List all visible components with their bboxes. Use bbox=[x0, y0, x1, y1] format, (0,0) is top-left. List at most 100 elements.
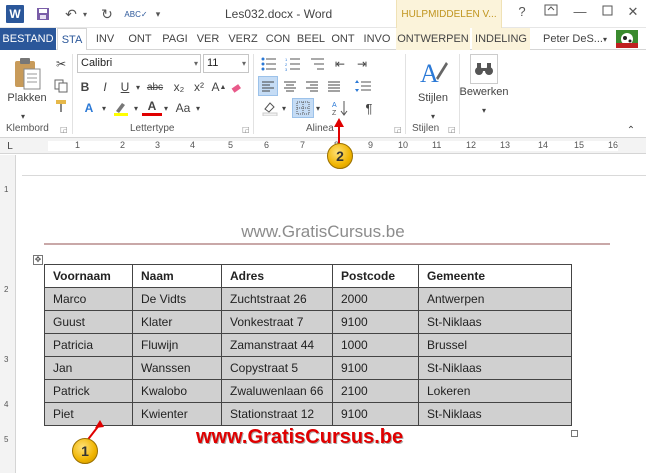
table-cell[interactable]: St-Niklaas bbox=[418, 402, 572, 426]
header-naam[interactable]: Naam bbox=[132, 264, 222, 288]
table-cell[interactable]: Vonkestraat 7 bbox=[221, 310, 333, 334]
table-cell[interactable]: 9100 bbox=[332, 310, 419, 334]
tab-controleren[interactable]: CON bbox=[262, 28, 294, 50]
borders-icon[interactable] bbox=[292, 98, 314, 118]
font-size-combo[interactable]: 11 ▾ bbox=[203, 54, 249, 73]
paragraph-launcher-icon[interactable]: ◲ bbox=[394, 125, 402, 134]
table-cell[interactable]: 1000 bbox=[332, 333, 419, 357]
decrease-indent-icon[interactable]: ⇤ bbox=[330, 54, 350, 74]
undo-dropdown-icon[interactable]: ▾ bbox=[80, 5, 90, 23]
font-name-combo[interactable]: Calibri ▾ bbox=[77, 54, 201, 73]
strikethrough-button[interactable]: abc bbox=[143, 77, 167, 97]
table-cell[interactable]: Wanssen bbox=[132, 356, 222, 380]
table-cell[interactable]: Zamanstraat 44 bbox=[221, 333, 333, 357]
vertical-ruler[interactable]: 1 2 3 4 5 bbox=[0, 155, 16, 473]
header-adres[interactable]: Adres bbox=[221, 264, 333, 288]
tab-verzendlijsten[interactable]: VERZ bbox=[226, 28, 260, 50]
maximize-button[interactable] bbox=[596, 4, 618, 19]
qat-customize-icon[interactable]: ▾ bbox=[152, 5, 164, 23]
table-cell[interactable]: Kwalobo bbox=[132, 379, 222, 403]
text-effects-button[interactable]: A bbox=[78, 98, 100, 118]
table-cell[interactable]: Antwerpen bbox=[418, 287, 572, 311]
styles-launcher-icon[interactable]: ◲ bbox=[448, 125, 456, 134]
italic-button[interactable]: I bbox=[96, 77, 114, 97]
table-cell[interactable]: St-Niklaas bbox=[418, 356, 572, 380]
font-name-dropdown-icon[interactable]: ▾ bbox=[194, 55, 198, 72]
grow-font-icon[interactable]: A ▲ bbox=[210, 77, 228, 97]
ribbon-display-icon[interactable] bbox=[540, 4, 562, 19]
tab-ontwikkelaars[interactable]: ONT bbox=[328, 28, 358, 50]
table-cell[interactable]: Guust bbox=[44, 310, 133, 334]
tab-verwijzingen[interactable]: VER bbox=[194, 28, 222, 50]
tab-selector-icon[interactable]: L bbox=[4, 138, 16, 154]
increase-indent-icon[interactable]: ⇥ bbox=[352, 54, 372, 74]
table-cell[interactable]: 9100 bbox=[332, 356, 419, 380]
underline-button[interactable]: U bbox=[116, 77, 134, 97]
align-right-button[interactable] bbox=[302, 76, 322, 96]
paste-button[interactable]: Plakken bbox=[4, 92, 50, 104]
spelling-check-icon[interactable]: ABC✓ bbox=[124, 5, 147, 23]
copy-icon[interactable] bbox=[52, 76, 70, 96]
edit-dropdown-icon[interactable]: ▾ bbox=[479, 100, 489, 120]
clear-formatting-icon[interactable] bbox=[228, 77, 246, 97]
paste-icon[interactable] bbox=[10, 56, 46, 92]
user-account[interactable]: Peter DeS... bbox=[538, 28, 608, 50]
table-cell[interactable]: St-Niklaas bbox=[418, 310, 572, 334]
styles-icon[interactable]: A bbox=[415, 54, 451, 92]
table-cell[interactable]: Jan bbox=[44, 356, 133, 380]
header-gemeente[interactable]: Gemeente bbox=[418, 264, 572, 288]
table-cell[interactable]: Patricia bbox=[44, 333, 133, 357]
line-spacing-icon[interactable] bbox=[352, 76, 374, 96]
minimize-button[interactable]: — bbox=[569, 4, 591, 19]
table-move-handle[interactable]: ✥ bbox=[33, 255, 43, 265]
justify-button[interactable] bbox=[324, 76, 344, 96]
tab-bestand[interactable]: BESTAND bbox=[0, 28, 56, 50]
table-cell[interactable]: Piet bbox=[44, 402, 133, 426]
word-app-icon[interactable]: W bbox=[6, 5, 24, 23]
highlight-dropdown-icon[interactable]: ▾ bbox=[132, 98, 140, 118]
clipboard-launcher-icon[interactable]: ◲ bbox=[60, 125, 68, 134]
font-color-button[interactable]: A bbox=[142, 98, 162, 116]
tab-beeld[interactable]: BEEL bbox=[296, 28, 326, 50]
highlight-icon[interactable] bbox=[110, 98, 132, 118]
bold-button[interactable]: B bbox=[76, 77, 94, 97]
user-avatar[interactable] bbox=[614, 28, 640, 50]
table-cell[interactable]: Marco bbox=[44, 287, 133, 311]
close-button[interactable]: ✕ bbox=[622, 4, 644, 20]
table-cell[interactable]: Patrick bbox=[44, 379, 133, 403]
show-formatting-marks-icon[interactable]: ¶ bbox=[360, 98, 378, 118]
address-table[interactable]: Voornaam Naam Adres Postcode Gemeente Ma… bbox=[44, 264, 572, 426]
table-cell[interactable]: Brussel bbox=[418, 333, 572, 357]
tab-invoegen[interactable]: INV bbox=[90, 28, 120, 50]
tab-invoegtoepassingen[interactable]: INVO bbox=[360, 28, 394, 50]
tab-table-indeling[interactable]: INDELING bbox=[472, 28, 530, 50]
undo-icon[interactable]: ↶ bbox=[62, 5, 80, 23]
horizontal-ruler[interactable]: L 1 2 3 4 5 6 7 8 9 10 11 12 13 14 15 16 bbox=[0, 138, 646, 154]
table-cell[interactable]: Lokeren bbox=[418, 379, 572, 403]
underline-dropdown-icon[interactable]: ▾ bbox=[134, 77, 142, 97]
table-cell[interactable]: Klater bbox=[132, 310, 222, 334]
styles-button[interactable]: Stijlen bbox=[410, 92, 456, 104]
font-size-dropdown-icon[interactable]: ▾ bbox=[242, 55, 246, 72]
tab-start[interactable]: STA bbox=[57, 28, 87, 51]
borders-dropdown-icon[interactable]: ▾ bbox=[314, 98, 322, 118]
table-cell[interactable]: 2000 bbox=[332, 287, 419, 311]
table-cell[interactable]: 9100 bbox=[332, 402, 419, 426]
table-cell[interactable]: Kwienter bbox=[132, 402, 222, 426]
cut-icon[interactable]: ✂ bbox=[52, 54, 70, 74]
tab-table-ontwerpen[interactable]: ONTWERPEN bbox=[396, 28, 470, 50]
table-cell[interactable]: 2100 bbox=[332, 379, 419, 403]
font-color-dropdown-icon[interactable]: ▾ bbox=[162, 98, 170, 118]
table-cell[interactable]: Fluwijn bbox=[132, 333, 222, 357]
shading-dropdown-icon[interactable]: ▾ bbox=[280, 98, 288, 118]
multilevel-list-icon[interactable] bbox=[306, 54, 328, 74]
tab-ontwerpen[interactable]: ONT bbox=[124, 28, 156, 50]
subscript-button[interactable]: x₂ bbox=[170, 77, 188, 97]
format-painter-icon[interactable] bbox=[52, 96, 70, 116]
table-resize-handle[interactable] bbox=[571, 430, 578, 437]
header-voornaam[interactable]: Voornaam bbox=[44, 264, 133, 288]
redo-icon[interactable]: ↻ bbox=[98, 5, 116, 23]
align-left-button[interactable] bbox=[258, 76, 278, 96]
table-cell[interactable]: Zwaluwenlaan 66 bbox=[221, 379, 333, 403]
save-icon[interactable] bbox=[34, 5, 52, 23]
